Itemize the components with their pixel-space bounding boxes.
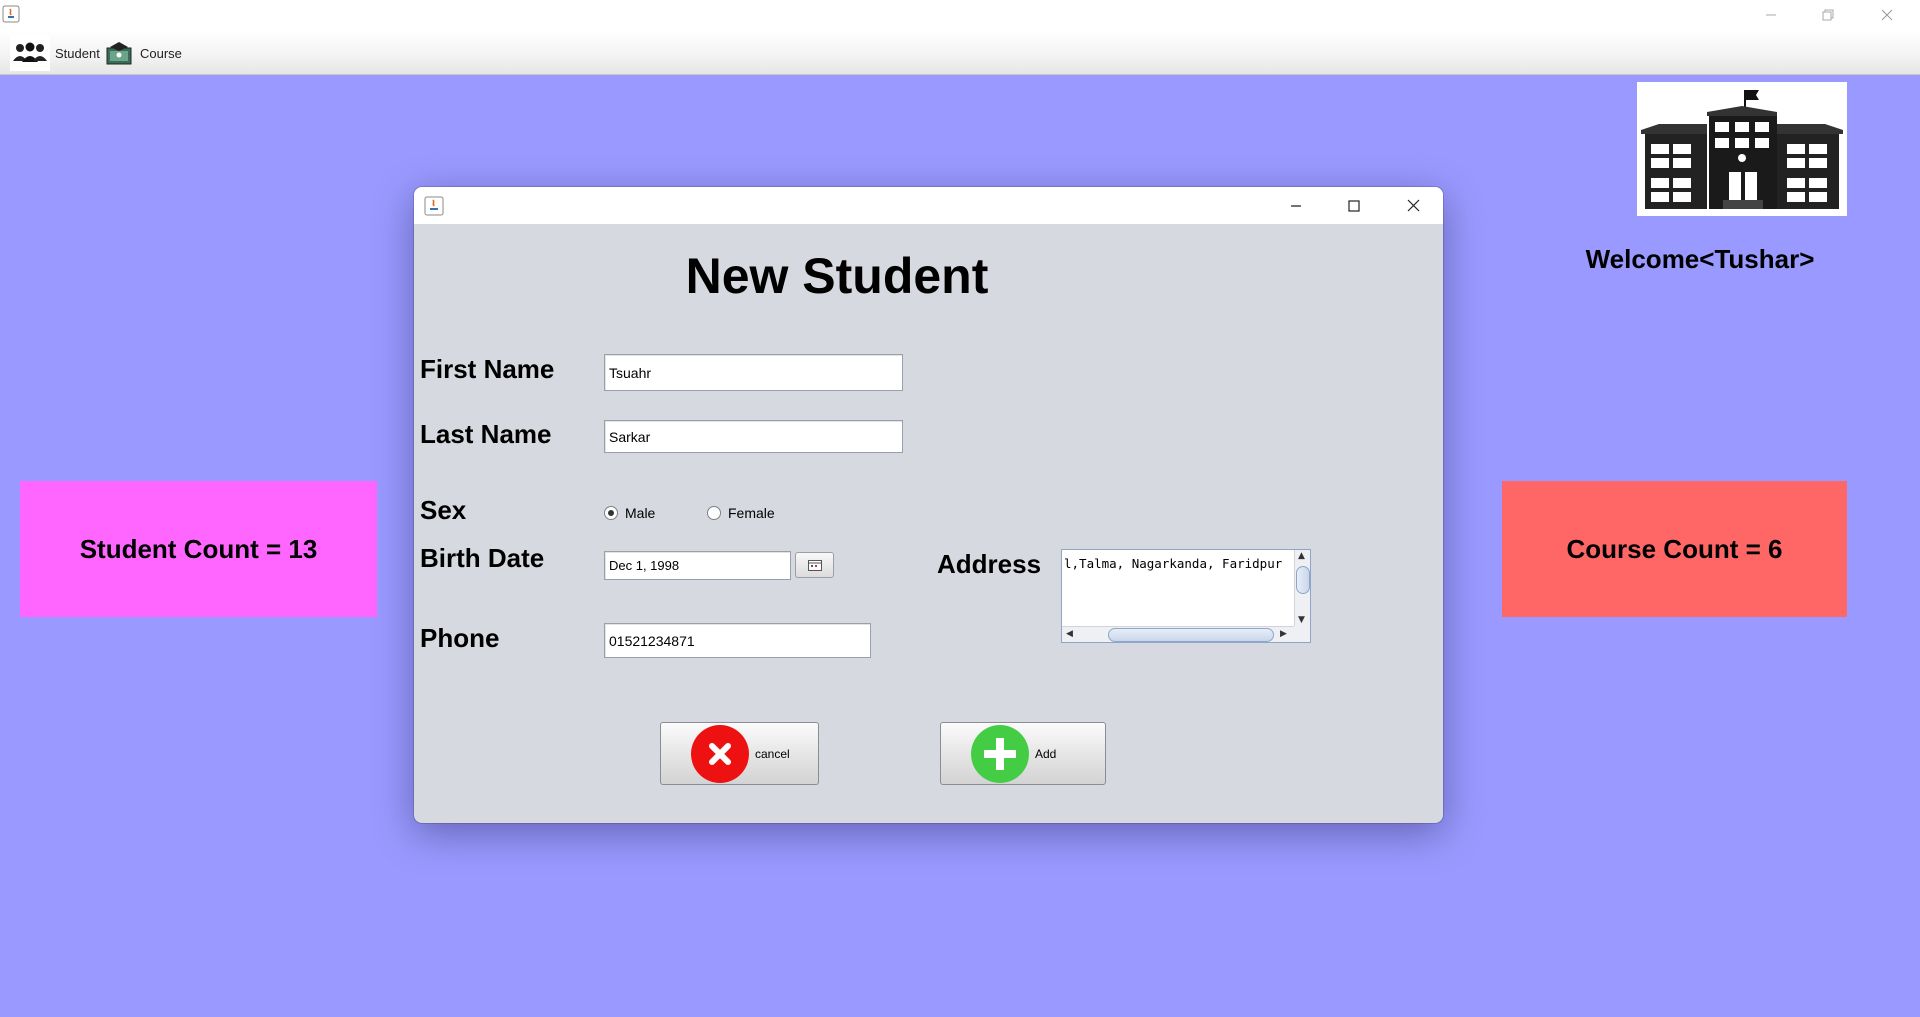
- phone-field[interactable]: 01521234871: [604, 623, 871, 658]
- cancel-button-label: cancel: [755, 746, 790, 761]
- last-name-field[interactable]: Sarkar: [604, 420, 903, 453]
- scroll-corner: [1294, 626, 1310, 642]
- toolbar-course-button[interactable]: Course: [103, 35, 182, 71]
- scroll-thumb[interactable]: [1296, 566, 1310, 594]
- radio-unselected-icon: [707, 506, 721, 520]
- welcome-message: Welcome<Tushar>: [1585, 244, 1815, 274]
- new-student-dialog: New Student First Name Tsuahr Last Name …: [414, 187, 1443, 823]
- java-app-icon: [2, 5, 20, 23]
- last-name-label: Last Name: [420, 419, 552, 449]
- add-button-label: Add: [1035, 746, 1057, 761]
- window-titlebar: [0, 0, 1920, 30]
- first-name-field[interactable]: Tsuahr: [604, 354, 903, 391]
- scroll-up-icon[interactable]: ▲: [1298, 551, 1305, 561]
- address-vertical-scrollbar[interactable]: ▲ ▼: [1294, 550, 1310, 626]
- student-count-panel: Student Count = 13: [20, 481, 377, 617]
- course-icon: [103, 35, 135, 71]
- dialog-heading: New Student: [685, 248, 989, 304]
- dialog-titlebar: [414, 187, 1443, 224]
- toolbar-student-label: Student: [55, 45, 100, 61]
- toolbar-student-button[interactable]: Student: [10, 35, 100, 71]
- dialog-minimize-icon[interactable]: [1267, 187, 1325, 224]
- scroll-thumb[interactable]: [1108, 628, 1274, 642]
- dialog-maximize-icon[interactable]: [1325, 187, 1383, 224]
- java-app-icon: [424, 196, 444, 216]
- sex-male-radio[interactable]: Male: [604, 505, 655, 521]
- restore-icon[interactable]: [1805, 0, 1851, 30]
- radio-selected-icon: [604, 506, 618, 520]
- course-count-label: Course Count = 6: [1566, 533, 1783, 564]
- student-count-label: Student Count = 13: [79, 533, 318, 564]
- school-building-image: [1637, 82, 1847, 216]
- calendar-picker-button[interactable]: [795, 552, 834, 578]
- sex-label: Sex: [420, 495, 467, 525]
- course-count-panel: Course Count = 6: [1502, 481, 1847, 617]
- address-horizontal-scrollbar[interactable]: ◀ ▶: [1062, 626, 1294, 642]
- add-plus-icon: [971, 724, 1029, 783]
- close-icon[interactable]: [1864, 0, 1910, 30]
- address-textarea[interactable]: l,Talma, Nagarkanda, Faridpur ▲ ▼ ◀ ▶: [1061, 549, 1311, 643]
- cancel-button[interactable]: cancel: [660, 722, 819, 785]
- address-label: Address: [937, 549, 1042, 579]
- sex-male-label: Male: [625, 505, 656, 521]
- sex-female-label: Female: [728, 505, 775, 521]
- first-name-label: First Name: [420, 354, 555, 384]
- scroll-down-icon[interactable]: ▼: [1298, 615, 1305, 625]
- phone-label: Phone: [420, 623, 500, 653]
- cancel-x-icon: [691, 724, 749, 783]
- birth-date-field[interactable]: Dec 1, 1998: [604, 551, 791, 580]
- dialog-close-icon[interactable]: [1384, 187, 1442, 224]
- birth-date-label: Birth Date: [420, 543, 545, 573]
- calendar-icon: [807, 556, 822, 575]
- toolbar-course-label: Course: [140, 45, 182, 61]
- minimize-icon[interactable]: [1748, 0, 1794, 30]
- students-icon: [10, 35, 50, 71]
- main-toolbar: Student Course: [0, 30, 1920, 75]
- add-button[interactable]: Add: [940, 722, 1106, 785]
- scroll-left-icon[interactable]: ◀: [1066, 629, 1073, 639]
- scroll-right-icon[interactable]: ▶: [1280, 629, 1287, 639]
- address-text: l,Talma, Nagarkanda, Faridpur: [1064, 556, 1283, 571]
- sex-female-radio[interactable]: Female: [707, 505, 775, 521]
